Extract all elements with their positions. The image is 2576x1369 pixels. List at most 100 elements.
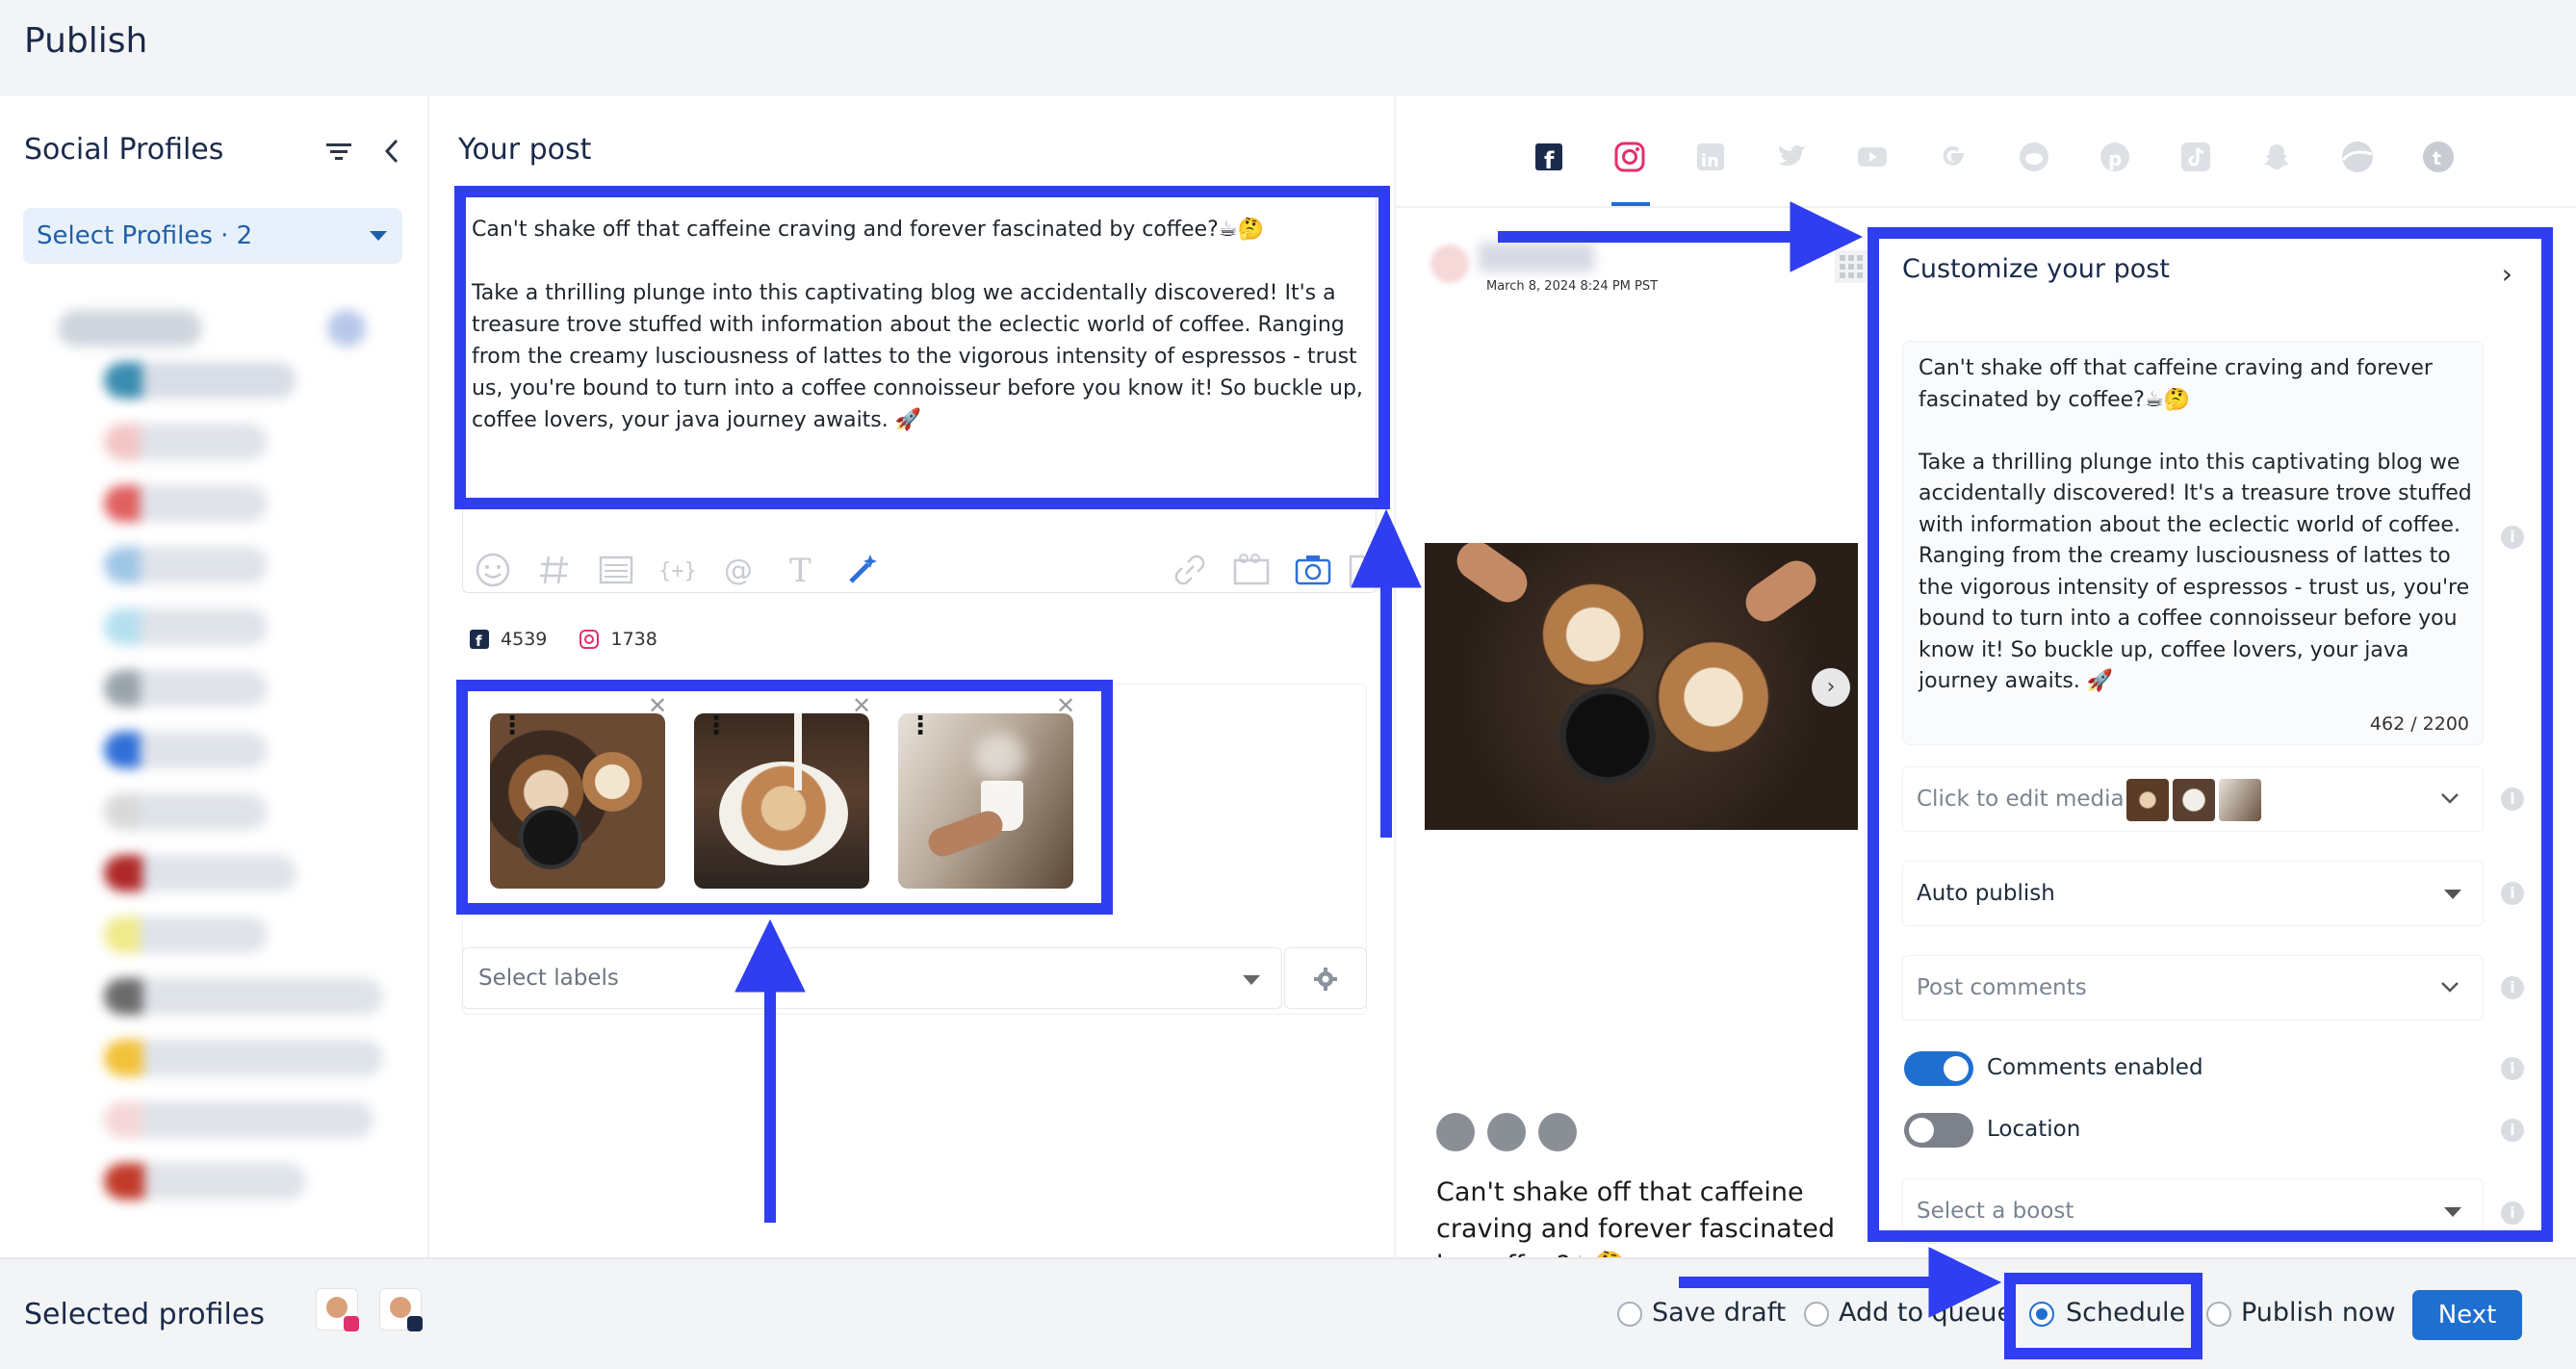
network-tabs: f in p t — [1396, 96, 2576, 208]
instagram-icon — [344, 1316, 359, 1331]
save-draft-radio[interactable] — [1617, 1302, 1642, 1327]
avatar — [1430, 245, 1469, 283]
svg-text:T: T — [789, 552, 811, 590]
list-item[interactable] — [104, 1163, 306, 1200]
tab-threads[interactable] — [2341, 141, 2374, 173]
ai-magic-icon[interactable] — [841, 549, 884, 591]
selected-profile-instagram[interactable] — [316, 1288, 359, 1331]
list-item[interactable] — [104, 917, 268, 953]
svg-text:in: in — [1701, 151, 1719, 171]
tab-tiktok[interactable] — [2179, 141, 2212, 173]
camera-icon[interactable] — [1292, 549, 1334, 591]
highlight-customize — [1868, 227, 2553, 1242]
labels-placeholder: Select labels — [478, 966, 619, 991]
avatar — [326, 1297, 348, 1318]
svg-text:f: f — [1544, 147, 1555, 173]
facebook-icon — [407, 1316, 423, 1331]
svg-text:t: t — [2433, 148, 2441, 169]
chevron-left-icon[interactable] — [381, 137, 404, 166]
document-icon[interactable] — [1348, 549, 1371, 591]
sidebar-title: Social Profiles — [24, 133, 224, 167]
editor-toolbar: {+} @ T — [472, 549, 1371, 597]
list-item[interactable] — [104, 424, 268, 460]
instagram-count: 1738 — [610, 628, 657, 650]
app-window: Publish Social Profiles Select Profiles … — [0, 0, 2576, 1369]
tab-pinterest[interactable]: p — [2099, 141, 2131, 173]
emoji-icon[interactable] — [472, 549, 514, 591]
select-profiles-label: Select Profiles · 2 — [37, 221, 253, 250]
tab-twitter[interactable] — [1775, 141, 1808, 173]
selected-profiles-label: Selected profiles — [24, 1298, 265, 1331]
tab-linkedin[interactable]: in — [1694, 141, 1727, 173]
add-to-queue-radio[interactable] — [1804, 1302, 1829, 1327]
chevron-right-icon[interactable]: › — [1812, 668, 1850, 707]
labels-settings-button[interactable] — [1284, 947, 1367, 1009]
account-name — [1479, 243, 1594, 271]
character-counts: f 4539 1738 — [470, 628, 657, 650]
variable-icon[interactable]: {+} — [657, 549, 699, 591]
tab-google-business[interactable] — [1937, 141, 1970, 173]
add-to-queue-label[interactable]: Add to queue — [1839, 1298, 2013, 1328]
profile-group-header[interactable] — [58, 310, 202, 347]
highlight-post-text — [454, 186, 1390, 509]
publish-now-label[interactable]: Publish now — [2241, 1298, 2396, 1328]
template-icon[interactable] — [595, 549, 637, 591]
text-format-icon[interactable]: T — [780, 549, 822, 591]
grid-icon[interactable] — [1835, 250, 1868, 283]
tab-snapchat[interactable] — [2260, 141, 2293, 173]
gear-icon — [1314, 968, 1337, 991]
instagram-icon — [580, 629, 600, 649]
active-tab-indicator — [1611, 202, 1650, 206]
filter-icon[interactable] — [325, 141, 352, 164]
instagram-post-preview: March 8, 2024 8:24 PM PST › Can't shake … — [1425, 239, 1868, 1354]
caret-down-icon — [370, 231, 387, 241]
list-item[interactable] — [104, 485, 268, 522]
publish-now-radio[interactable] — [2206, 1302, 2231, 1327]
list-item[interactable] — [104, 732, 268, 768]
hashtag-icon[interactable] — [533, 549, 576, 591]
list-item[interactable] — [104, 362, 296, 399]
svg-text:{+}: {+} — [658, 559, 697, 583]
list-item[interactable] — [104, 978, 383, 1015]
svg-text:p: p — [2108, 147, 2122, 170]
product-tag-icon[interactable] — [1487, 1113, 1527, 1151]
list-item[interactable] — [104, 547, 268, 583]
user-tag-icon[interactable] — [1436, 1113, 1475, 1151]
highlight-media — [456, 680, 1113, 915]
caret-down-icon — [1243, 975, 1260, 985]
list-item[interactable] — [104, 793, 268, 830]
tag-icons — [1436, 1113, 1578, 1155]
labels-select[interactable]: Select labels — [462, 947, 1282, 1009]
post-date: March 8, 2024 8:24 PM PST — [1486, 279, 1659, 294]
list-item[interactable] — [104, 608, 268, 645]
page-header: Publish — [0, 0, 2576, 96]
list-item[interactable] — [104, 670, 268, 707]
list-item[interactable] — [104, 1040, 383, 1076]
facebook-count: 4539 — [501, 628, 548, 650]
svg-text:@: @ — [724, 554, 753, 587]
list-item[interactable] — [104, 1101, 374, 1138]
gif-icon[interactable] — [1230, 549, 1273, 591]
tab-reddit[interactable] — [2018, 141, 2050, 173]
link-icon[interactable] — [1169, 549, 1211, 591]
tab-instagram[interactable] — [1613, 141, 1646, 173]
collaborator-icon[interactable] — [1538, 1113, 1578, 1151]
avatar — [390, 1297, 411, 1318]
facebook-icon: f — [470, 629, 489, 649]
list-item[interactable] — [104, 855, 296, 891]
save-draft-label[interactable]: Save draft — [1652, 1298, 1786, 1328]
page-title: Publish — [24, 21, 148, 61]
tab-tumblr[interactable]: t — [2422, 141, 2455, 173]
social-profiles-sidebar: Social Profiles Select Profiles · 2 — [0, 96, 429, 1257]
next-button[interactable]: Next — [2412, 1290, 2522, 1340]
tab-youtube[interactable] — [1856, 141, 1889, 173]
list-item[interactable] — [327, 310, 366, 347]
post-image: › — [1425, 543, 1858, 830]
selected-profile-facebook[interactable] — [379, 1288, 423, 1331]
composer-title: Your post — [458, 133, 592, 167]
svg-text:f: f — [476, 633, 482, 649]
tab-facebook[interactable]: f — [1533, 141, 1565, 173]
highlight-schedule — [2004, 1273, 2202, 1359]
mention-icon[interactable]: @ — [718, 549, 760, 591]
select-profiles-dropdown[interactable]: Select Profiles · 2 — [23, 208, 402, 264]
